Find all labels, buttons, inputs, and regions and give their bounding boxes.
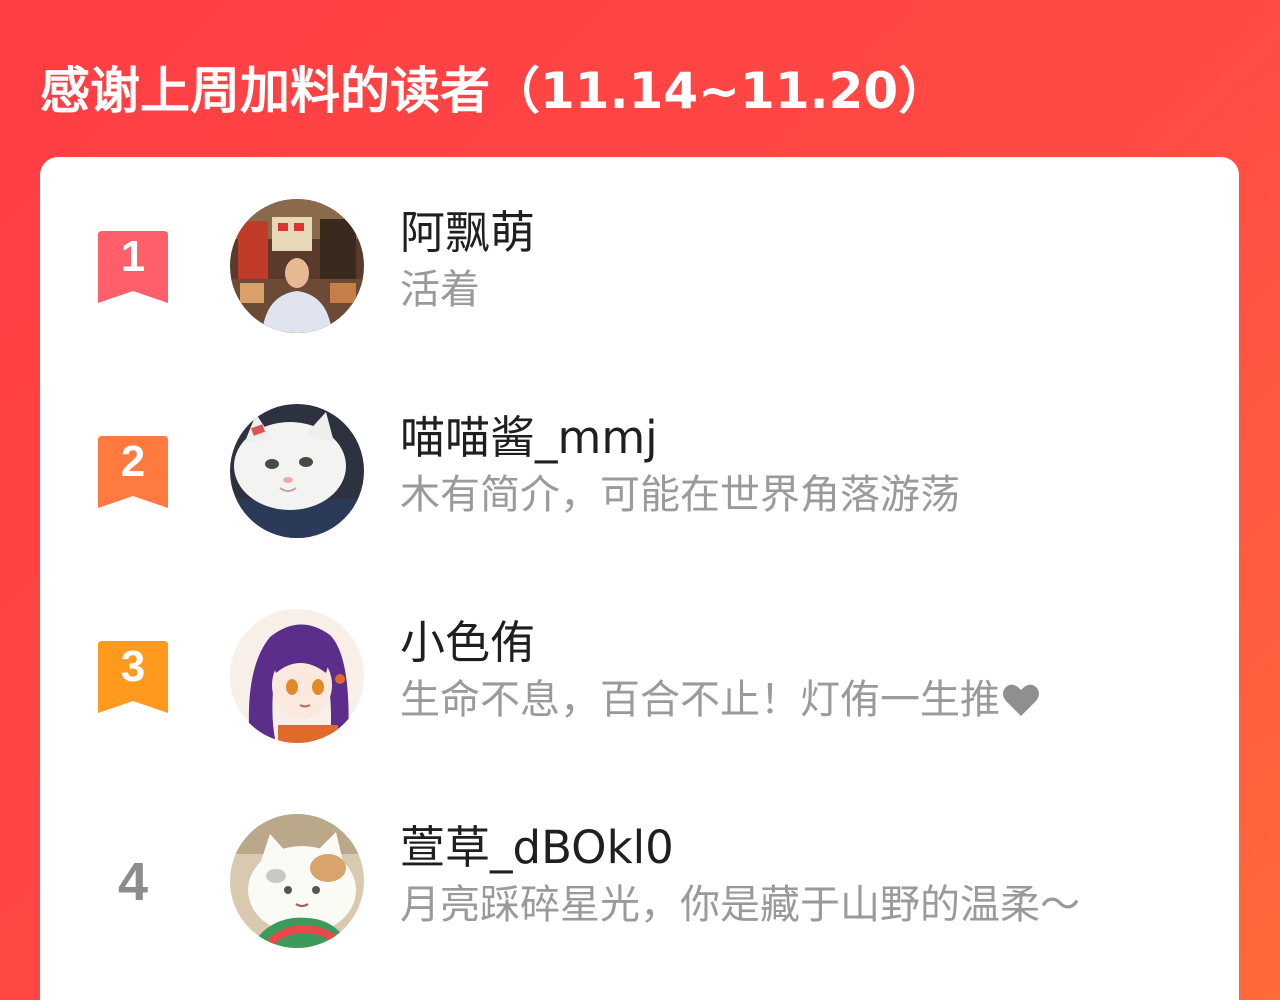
reader-bio: 月亮踩碎星光，你是藏于山野的温柔～: [400, 882, 1080, 928]
reader-name: 喵喵酱_mmj: [400, 411, 658, 464]
reader-name: 萱草_dBOkl0: [400, 821, 674, 874]
white-cat-avatar-icon: [230, 404, 364, 538]
rank-badge-1: 1: [98, 231, 168, 303]
reader-bio: 活着: [400, 267, 480, 313]
list-item[interactable]: 2 喵喵酱_mmj 木有简介，可能在世界角落游荡: [40, 402, 1239, 542]
rank-number: 4: [117, 852, 149, 912]
avatar[interactable]: [230, 199, 364, 333]
rank-number: 2: [120, 437, 146, 486]
heart-icon: [1003, 684, 1039, 716]
avatar[interactable]: [230, 404, 364, 538]
rank-number: 3: [120, 642, 146, 691]
reader-bio-text: 生命不息，百合不止！灯侑一生推: [400, 677, 1000, 723]
list-item[interactable]: 1 阿飘萌 活着: [40, 197, 1239, 337]
avatar[interactable]: [230, 609, 364, 743]
reader-name: 小色侑: [400, 616, 536, 669]
reader-list-card: 1 阿飘萌 活着 2 喵喵酱_mmj 木有简介，可能在世界角落游荡 3 小色侑 …: [40, 157, 1239, 1000]
list-item[interactable]: 3 小色侑 生命不息，百合不止！灯侑一生推: [40, 607, 1239, 747]
reader-bio: 木有简介，可能在世界角落游荡: [400, 472, 960, 518]
avatar[interactable]: [230, 814, 364, 948]
person-photo-avatar-icon: [230, 199, 364, 333]
anime-girl-avatar-icon: [230, 609, 364, 743]
cat-sensei-avatar-icon: [230, 814, 364, 948]
reader-name: 阿飘萌: [400, 206, 536, 259]
rank-number: 1: [120, 232, 146, 281]
rank-badge-3: 3: [98, 641, 168, 713]
rank-badge-2: 2: [98, 436, 168, 508]
page-title: 感谢上周加料的读者（11.14~11.20）: [40, 62, 949, 120]
reader-bio: 生命不息，百合不止！灯侑一生推: [400, 675, 1040, 725]
list-item[interactable]: 4 萱草_dBOkl0 月亮踩碎星光，你是藏于山野的温柔～: [40, 812, 1239, 952]
